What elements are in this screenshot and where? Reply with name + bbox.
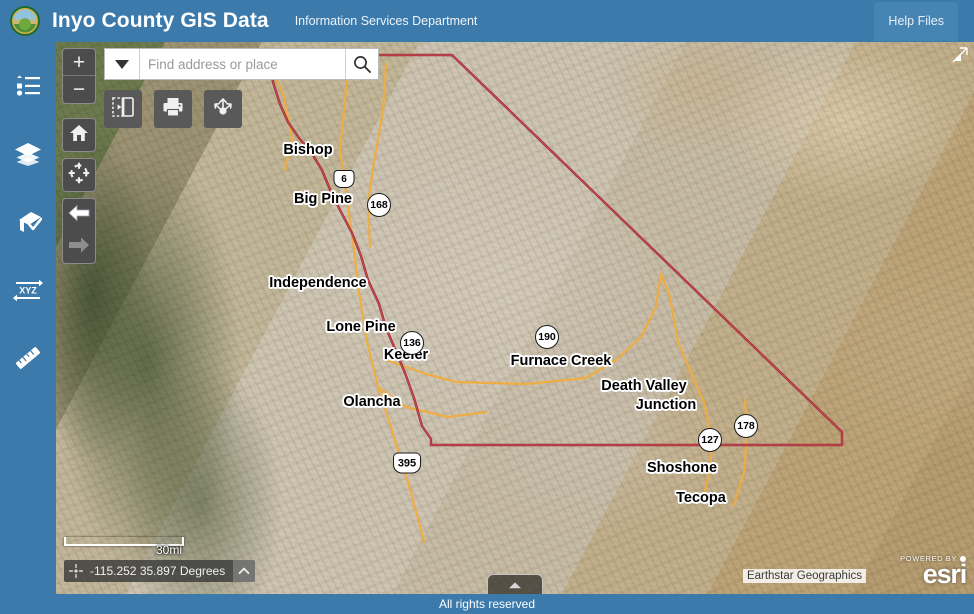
- coordinate-expand-button[interactable]: [233, 560, 256, 582]
- zoom-control: + −: [62, 48, 96, 104]
- page-title: Inyo County GIS Data: [52, 9, 269, 32]
- search-widget[interactable]: [104, 48, 379, 80]
- panel-collapse-handle[interactable]: [487, 574, 543, 594]
- basemap-gallery-icon: [14, 210, 42, 234]
- search-source-dropdown[interactable]: [105, 49, 140, 79]
- ruler-measure-icon: [14, 345, 42, 371]
- chevron-up-icon: [509, 581, 521, 588]
- zoom-out-button[interactable]: −: [63, 76, 95, 103]
- zoom-in-button[interactable]: +: [63, 49, 95, 76]
- footer-text: All rights reserved: [438, 597, 536, 611]
- sidebar-item-basemap-gallery[interactable]: [0, 188, 56, 256]
- coordinate-widget[interactable]: -115.252 35.897 Degrees: [64, 560, 256, 582]
- search-icon: [354, 56, 371, 73]
- share-tool-button[interactable]: [204, 90, 242, 128]
- next-extent-button[interactable]: [63, 231, 95, 263]
- app-subtitle: Information Services Department: [294, 14, 478, 28]
- home-extent-button[interactable]: [62, 118, 96, 152]
- layers-stack-icon: [14, 142, 42, 166]
- sidebar-item-measurement[interactable]: [0, 324, 56, 392]
- map-canvas[interactable]: Bishop Big Pine Independence Lone Pine Keele…: [56, 42, 974, 594]
- sidebar-item-legend[interactable]: [0, 52, 56, 120]
- svg-text:XYZ: XYZ: [19, 286, 37, 296]
- chevron-down-icon: [115, 59, 129, 69]
- coordinate-value: -115.252 35.897 Degrees: [90, 564, 226, 578]
- map-vector-overlay: [267, 53, 844, 544]
- xyz-coordinate-icon: XYZ: [13, 278, 43, 302]
- home-icon: [69, 124, 89, 147]
- arrow-right-icon: [68, 236, 90, 259]
- print-tool-button[interactable]: [154, 90, 192, 128]
- legend-list-icon: [15, 75, 41, 97]
- sidebar-item-coordinate-conversion[interactable]: XYZ: [0, 256, 56, 324]
- crosshair-icon[interactable]: [64, 560, 88, 582]
- arrow-left-icon: [68, 204, 90, 227]
- gis-application: Inyo County GIS Data Information Service…: [0, 0, 974, 614]
- swipe-tool-icon: [112, 96, 134, 123]
- help-files-link[interactable]: Help Files: [874, 1, 958, 41]
- expand-arrow-icon[interactable]: [951, 46, 969, 64]
- county-seal-icon: [10, 6, 40, 36]
- previous-extent-button[interactable]: [63, 199, 95, 231]
- map-attribution: Earthstar Geographics: [742, 569, 866, 583]
- app-header: Inyo County GIS Data Information Service…: [0, 0, 974, 42]
- search-submit-button[interactable]: [345, 49, 378, 79]
- print-tool-icon: [162, 97, 184, 122]
- locate-button[interactable]: [62, 158, 96, 192]
- left-sidebar: XYZ: [0, 42, 56, 594]
- swipe-tool-button[interactable]: [104, 90, 142, 128]
- sidebar-item-layer-list[interactable]: [0, 120, 56, 188]
- chevron-up-icon: [238, 567, 250, 575]
- extent-navigation-control: [62, 198, 96, 264]
- app-footer: All rights reserved: [0, 594, 974, 614]
- locate-crosshair-icon: [68, 162, 90, 189]
- share-tool-icon: [212, 96, 234, 123]
- search-input[interactable]: [140, 49, 345, 79]
